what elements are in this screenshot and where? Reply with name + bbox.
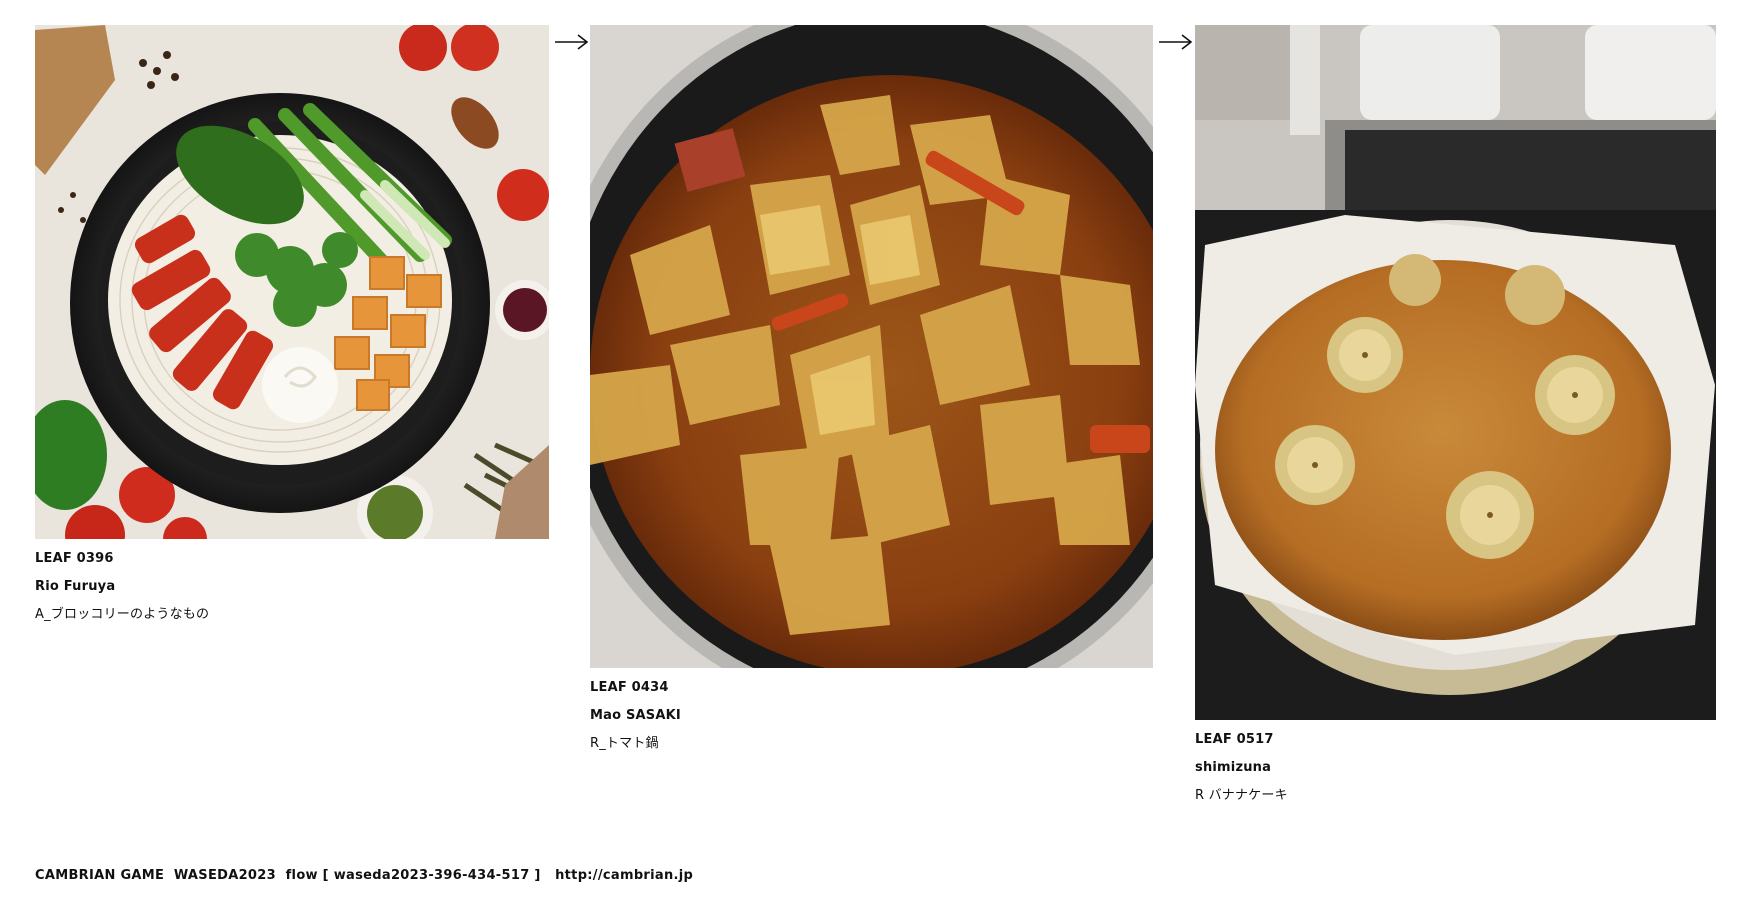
leaf-code-0434: LEAF 0434: [590, 680, 669, 695]
leaf-title-0396: A_ブロッコリーのようなもの: [35, 607, 210, 622]
flow-arrow-icon: [555, 34, 589, 50]
noodle-bowl-image: [35, 25, 549, 539]
leaf-author-0434: Mao SASAKI: [590, 708, 681, 723]
leaf-photo-0517[interactable]: [1195, 25, 1716, 720]
leaf-code-0396: LEAF 0396: [35, 551, 114, 566]
flow-arrow-icon: [1159, 34, 1193, 50]
leaf-code-0517: LEAF 0517: [1195, 732, 1274, 747]
tomato-hot-pot-image: [590, 25, 1153, 668]
leaf-author-0517: shimizuna: [1195, 760, 1272, 775]
leaf-photo-0434[interactable]: [590, 25, 1153, 668]
leaf-title-0517: R バナナケーキ: [1195, 788, 1288, 803]
leaf-author-0396: Rio Furuya: [35, 579, 116, 594]
footer: CAMBRIAN GAME WASEDA2023 flow [ waseda20…: [35, 868, 693, 883]
leaf-title-0434: R_トマト鍋: [590, 736, 659, 751]
banana-cake-image: [1195, 25, 1716, 720]
leaf-photo-0396[interactable]: [35, 25, 549, 539]
footer-flow-label: CAMBRIAN GAME WASEDA2023 flow [ waseda20…: [35, 868, 541, 883]
cambrian-site-link[interactable]: http://cambrian.jp: [555, 868, 693, 883]
